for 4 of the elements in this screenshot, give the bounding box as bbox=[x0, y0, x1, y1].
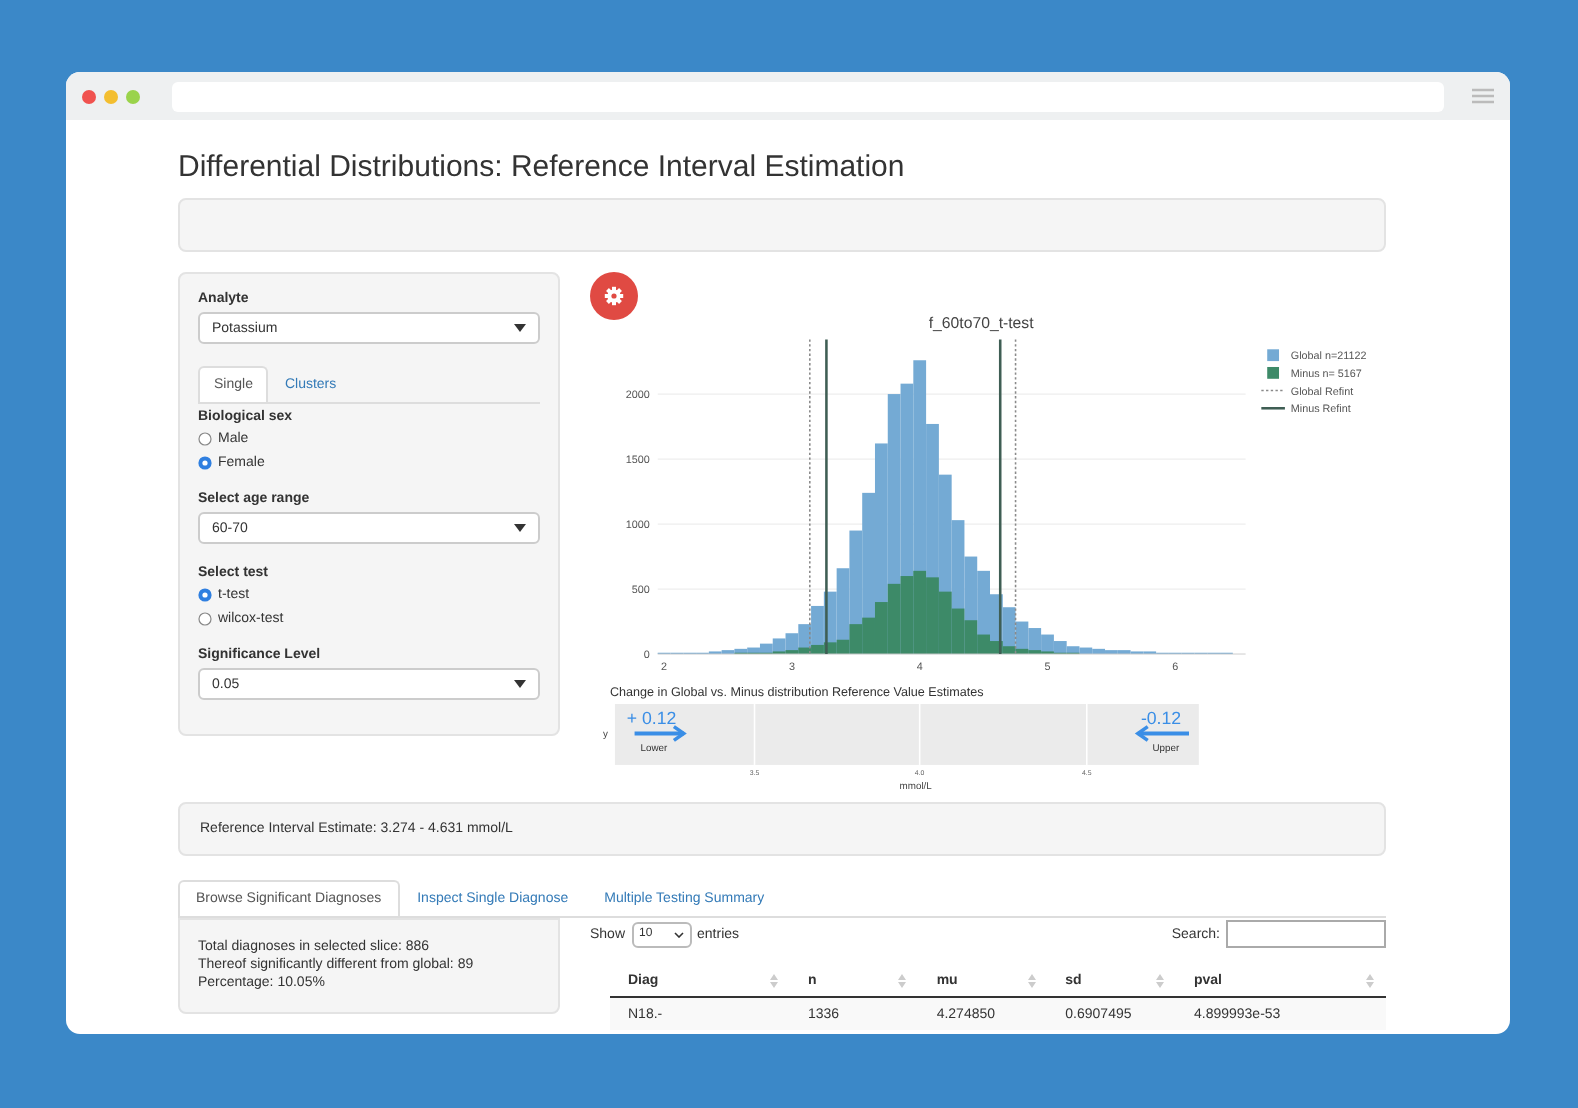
delta-value: + 0.12 bbox=[626, 707, 677, 728]
delta-value: -0.12 bbox=[1140, 707, 1182, 728]
page-title: Differential Distributions: Reference Interval Estimation bbox=[178, 150, 907, 186]
chart-title: f_60to70_t-test bbox=[928, 313, 1034, 332]
